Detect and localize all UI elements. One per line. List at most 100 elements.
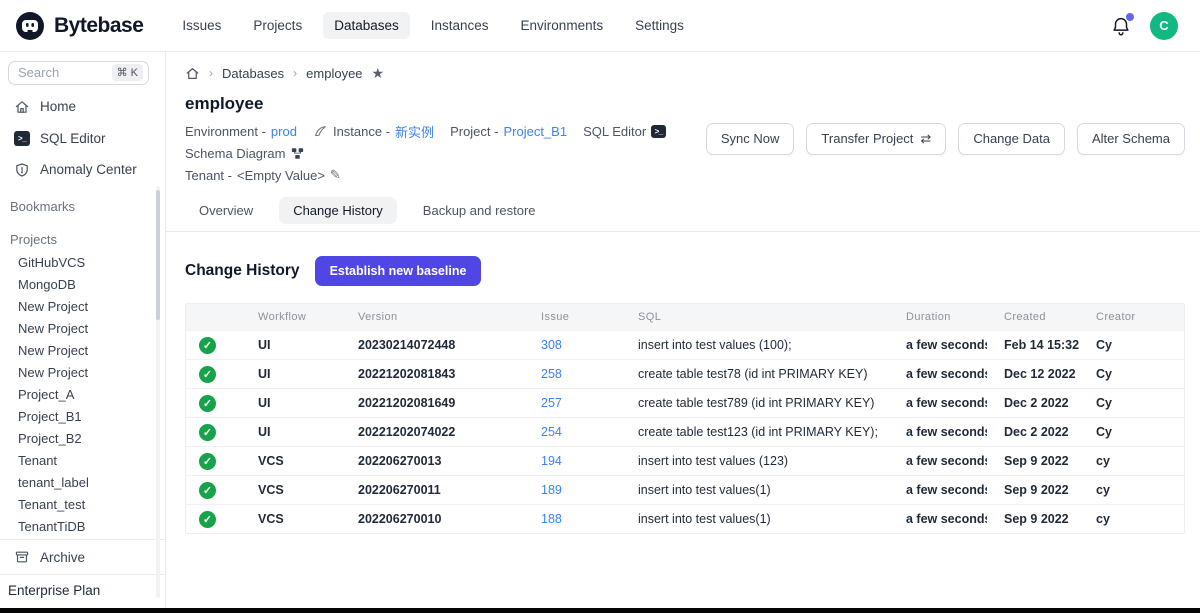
archive-label: Archive [40, 550, 85, 565]
search-input[interactable] [18, 65, 112, 80]
nav-item[interactable]: Instances [420, 12, 500, 39]
change-history-table: Workflow Version Issue SQL Duration Crea… [185, 303, 1185, 534]
search-box[interactable]: ⌘ K [8, 61, 149, 85]
tab[interactable]: Backup and restore [409, 197, 550, 224]
main-content: › Databases › employee ★ employee Enviro… [166, 52, 1200, 608]
project-link[interactable]: Project_B1 [503, 124, 567, 139]
cell-version: 202206270013 [341, 454, 524, 468]
bookmarks-section-label: Bookmarks [0, 186, 165, 219]
cell-workflow: UI [241, 338, 341, 352]
sidebar-project-item[interactable]: New Project [0, 362, 165, 384]
sidebar-project-item[interactable]: TenantTiDB [0, 516, 165, 538]
schema-diagram-icon [290, 146, 305, 161]
sql-editor-icon: >_ [14, 131, 30, 146]
sidebar-project-item[interactable]: GitHubVCS [0, 252, 165, 274]
user-avatar[interactable]: C [1150, 12, 1178, 40]
table-column-header: Creator [1079, 311, 1184, 323]
home-icon [14, 99, 30, 115]
sidebar-project-item[interactable]: Tenant_test [0, 494, 165, 516]
issue-link[interactable]: 189 [541, 483, 562, 497]
table-row[interactable]: ✓ VCS 202206270013 194 insert into test … [186, 446, 1184, 475]
nav-item[interactable]: Projects [242, 12, 313, 39]
cell-duration: a few seconds [889, 338, 987, 352]
cell-workflow: VCS [241, 454, 341, 468]
cell-sql: create table test123 (id int PRIMARY KEY… [621, 425, 889, 439]
breadcrumb-databases[interactable]: Databases [222, 66, 284, 81]
nav-item[interactable]: Environments [510, 12, 615, 39]
tab[interactable]: Change History [279, 197, 397, 224]
environment-link[interactable]: prod [271, 124, 297, 139]
cell-creator: cy [1079, 483, 1184, 497]
sidebar-project-item[interactable]: New Project [0, 296, 165, 318]
sidebar-project-item[interactable]: Project_B2 [0, 428, 165, 450]
sidebar-scrollbar-thumb[interactable] [156, 190, 160, 320]
change-data-button[interactable]: Change Data [958, 123, 1065, 155]
table-row[interactable]: ✓ UI 20221202081649 257 create table tes… [186, 388, 1184, 417]
issue-link[interactable]: 258 [541, 367, 562, 381]
nav-item[interactable]: Databases [323, 12, 410, 39]
table-row[interactable]: ✓ UI 20221202081843 258 create table tes… [186, 359, 1184, 388]
meta-project: Project - Project_B1 [450, 124, 567, 139]
table-header-row: Workflow Version Issue SQL Duration Crea… [186, 304, 1184, 330]
meta-tenant: Tenant - <Empty Value> ✎ [185, 167, 341, 183]
transfer-project-button[interactable]: Transfer Project ⇄ [806, 123, 946, 155]
nav-item[interactable]: Issues [171, 12, 232, 39]
cell-workflow: UI [241, 396, 341, 410]
cell-created: Sep 9 2022 [987, 512, 1079, 526]
environment-label: Environment - [185, 124, 266, 139]
bytebase-logo[interactable]: Bytebase [14, 10, 143, 42]
table-row[interactable]: ✓ VCS 202206270010 188 insert into test … [186, 504, 1184, 533]
issue-link[interactable]: 254 [541, 425, 562, 439]
success-check-icon: ✓ [199, 511, 216, 528]
edit-tenant-pencil-icon[interactable]: ✎ [330, 167, 341, 183]
breadcrumb-employee[interactable]: employee [306, 66, 362, 81]
sidebar-item-archive[interactable]: Archive [0, 539, 165, 574]
meta-schema-diagram[interactable]: Schema Diagram [185, 146, 305, 161]
cell-version: 20221202081649 [341, 396, 524, 410]
table-row[interactable]: ✓ UI 20221202074022 254 create table tes… [186, 417, 1184, 446]
sidebar-item-home[interactable]: Home [0, 91, 165, 123]
success-check-icon: ✓ [199, 453, 216, 470]
issue-link[interactable]: 194 [541, 454, 562, 468]
issue-link[interactable]: 188 [541, 512, 562, 526]
sidebar-project-item[interactable]: New Project [0, 318, 165, 340]
notification-bell-icon[interactable] [1110, 15, 1132, 37]
sidebar-project-item[interactable]: New Project [0, 340, 165, 362]
table-row[interactable]: ✓ UI 20230214072448 308 insert into test… [186, 330, 1184, 359]
nav-right: C [1110, 12, 1178, 40]
sidebar-project-item[interactable]: MongoDB [0, 274, 165, 296]
cell-created: Dec 12 2022 [987, 367, 1079, 381]
top-nav: Bytebase Issues Projects Databases Insta… [0, 0, 1200, 52]
table-row[interactable]: ✓ VCS 202206270011 189 insert into test … [186, 475, 1184, 504]
cell-version: 20221202074022 [341, 425, 524, 439]
sidebar-project-item[interactable]: Project_B1 [0, 406, 165, 428]
sidebar-project-item[interactable]: Tenant [0, 450, 165, 472]
change-history-section-header: Change History Establish new baseline [185, 256, 1185, 286]
breadcrumb-home-icon[interactable] [185, 66, 200, 81]
issue-link[interactable]: 257 [541, 396, 562, 410]
sidebar-item-label: SQL Editor [40, 131, 106, 146]
success-check-icon: ✓ [199, 337, 216, 354]
cell-sql: insert into test values(1) [621, 483, 889, 497]
issue-link[interactable]: 308 [541, 338, 562, 352]
cell-creator: cy [1079, 512, 1184, 526]
alter-schema-button[interactable]: Alter Schema [1077, 123, 1185, 155]
plan-badge: Enterprise Plan [0, 574, 165, 608]
meta-sql-editor[interactable]: SQL Editor >_ [583, 124, 666, 139]
sync-now-button[interactable]: Sync Now [706, 123, 795, 155]
cell-sql: create table test789 (id int PRIMARY KEY… [621, 396, 889, 410]
tenant-value: <Empty Value> [237, 168, 325, 183]
nav-item[interactable]: Settings [624, 12, 695, 39]
sidebar-project-item[interactable]: Project_A [0, 384, 165, 406]
page-header: employee Environment - prod Instance - 新… [185, 94, 1185, 183]
table-column-header: Created [987, 311, 1079, 323]
cell-duration: a few seconds [889, 396, 987, 410]
sidebar-project-item[interactable]: tenant_label [0, 472, 165, 494]
instance-link[interactable]: 新实例 [395, 122, 434, 141]
favorite-star-icon[interactable]: ★ [372, 66, 385, 80]
tab[interactable]: Overview [185, 197, 267, 224]
table-body: ✓ UI 20230214072448 308 insert into test… [186, 330, 1184, 533]
sidebar-item-anomaly-center[interactable]: Anomaly Center [0, 154, 165, 186]
establish-baseline-button[interactable]: Establish new baseline [315, 256, 482, 286]
sidebar-item-sql-editor[interactable]: >_ SQL Editor [0, 123, 165, 154]
